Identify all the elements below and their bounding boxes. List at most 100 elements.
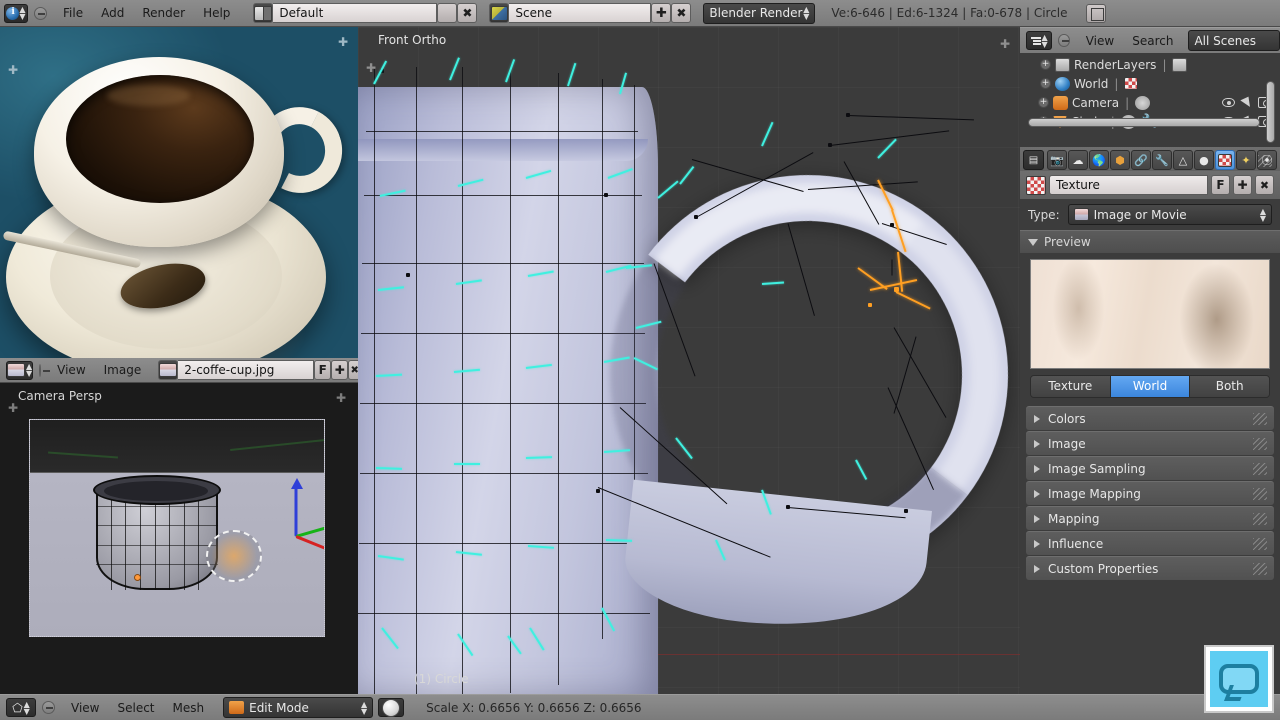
image-name-field[interactable]: 2-coffe-cup.jpg	[178, 360, 314, 380]
interaction-mode-dropdown[interactable]: Edit Mode ▲▼	[223, 697, 373, 718]
chevron-updown-icon: ▲▼	[1042, 34, 1048, 48]
outliner-vertical-scrollbar[interactable]	[1266, 81, 1275, 143]
3d-viewport[interactable]: Front Ortho ✚ ✚	[358, 27, 1020, 695]
outliner-label: RenderLayers	[1074, 58, 1156, 72]
view3d-menu-view[interactable]: View	[62, 695, 108, 720]
panel-custom-properties[interactable]: Custom Properties	[1026, 556, 1274, 580]
image-menu-image[interactable]: Image	[95, 357, 151, 383]
viewport-plus-icon-tr[interactable]: ✚	[1000, 37, 1010, 51]
screen-layout-icon[interactable]	[253, 3, 273, 23]
new-scene-button[interactable]: ✚	[651, 3, 671, 23]
image-editor-plus-icon-tr[interactable]: ✚	[338, 35, 348, 49]
world-icon	[1055, 77, 1070, 91]
chevron-updown-icon: ▲▼	[1260, 208, 1266, 222]
viewport-view-label: Front Ortho	[378, 33, 446, 47]
outliner-display-mode[interactable]: All Scenes	[1188, 30, 1280, 51]
panel-grip-icon	[1258, 155, 1272, 167]
image-editor-icon[interactable]: ▲▼	[6, 361, 33, 380]
coffee-cup-photo	[0, 27, 358, 358]
texture-type-dropdown[interactable]: Image or Movie ▲▼	[1068, 204, 1272, 225]
chevron-updown-icon: ▲▼	[24, 701, 30, 715]
texture-tab[interactable]	[1215, 150, 1235, 170]
collapse-menu-icon[interactable]	[39, 364, 41, 377]
object-origin-dot	[134, 574, 141, 581]
3d-view-editor-icon[interactable]: ⬠ ▲▼	[6, 698, 36, 717]
panel-influence[interactable]: Influence	[1026, 531, 1274, 555]
delete-screen-button[interactable]: ✖	[457, 3, 477, 23]
image-menu-view[interactable]: View	[48, 357, 94, 383]
menu-render[interactable]: Render	[133, 0, 194, 26]
scene-tab[interactable]: ☁	[1068, 150, 1088, 170]
editor-type-spinner[interactable]: ▲▼	[19, 6, 25, 20]
expand-icon[interactable]: +	[1040, 78, 1051, 89]
screen-layout-field[interactable]: Default	[273, 3, 437, 23]
particles-tab[interactable]: ✦	[1236, 150, 1256, 170]
viewport-plus-icon[interactable]: ✚	[8, 401, 18, 415]
collapse-menu-icon[interactable]	[1058, 34, 1070, 47]
camera-preview-viewport[interactable]: Camera Persp ✚ ✚	[0, 383, 358, 694]
top-bar: ▲▼ File Add Render Help Default plus-ico…	[0, 0, 1280, 27]
panel-mapping[interactable]: Mapping	[1026, 506, 1274, 530]
checker-icon[interactable]	[1026, 176, 1046, 195]
preview-panel-header[interactable]: Preview	[1020, 230, 1280, 253]
new-image-button[interactable]: ✚	[331, 360, 348, 380]
texture-name-field[interactable]: Texture	[1049, 175, 1208, 195]
data-tab[interactable]: △	[1173, 150, 1193, 170]
preview-texture-button[interactable]: Texture	[1031, 376, 1111, 397]
new-texture-button[interactable]: ✚	[1233, 175, 1252, 195]
image-editor-viewport[interactable]: ✚ ✚	[0, 27, 358, 358]
unlink-texture-button[interactable]: ✖	[1255, 175, 1274, 195]
outliner-horizontal-scrollbar[interactable]	[1028, 118, 1260, 127]
fake-user-button[interactable]: F	[1211, 175, 1230, 195]
view3d-menu-mesh[interactable]: Mesh	[164, 695, 214, 720]
outliner-editor-icon[interactable]: ▲▼	[1026, 31, 1052, 50]
fake-user-button[interactable]: F	[314, 360, 331, 380]
transform-gizmo[interactable]	[236, 480, 325, 590]
viewport-shading-button[interactable]	[378, 698, 404, 717]
outliner-row-renderlayers[interactable]: + RenderLayers |	[1020, 55, 1280, 74]
scene-field[interactable]: Scene	[509, 3, 651, 23]
render-tab[interactable]: 📷	[1047, 150, 1067, 170]
expand-icon[interactable]: +	[1040, 59, 1051, 70]
outliner-row-world[interactable]: + World |	[1020, 74, 1280, 93]
panel-grip-icon	[1253, 538, 1267, 550]
texture-type-value: Image or Movie	[1094, 208, 1187, 222]
panel-colors[interactable]: Colors	[1026, 406, 1274, 430]
blender-logo-icon[interactable]: ▲▼	[4, 4, 28, 23]
collapsed-panel-list: Colors Image Image Sampling Image Mappin…	[1020, 406, 1280, 580]
eye-icon[interactable]	[1222, 98, 1235, 107]
chevron-right-icon	[1034, 565, 1040, 573]
menu-add[interactable]: Add	[92, 0, 133, 26]
properties-editor-icon[interactable]: ▤	[1023, 150, 1044, 170]
chevron-down-icon	[1028, 239, 1038, 246]
viewport-plus-icon-tr[interactable]: ✚	[336, 391, 346, 405]
new-screen-button[interactable]: plus-icon	[437, 3, 457, 23]
scene-icon[interactable]	[489, 3, 509, 23]
image-datablock-icon[interactable]	[158, 360, 178, 380]
render-engine-dropdown[interactable]: Blender Render ▲▼	[703, 3, 815, 24]
window-restore-icon[interactable]	[1086, 4, 1106, 23]
outliner-row-camera[interactable]: + Camera |	[1020, 93, 1280, 112]
collapse-menu-icon[interactable]	[34, 7, 47, 20]
object-tab[interactable]: ⬢	[1110, 150, 1130, 170]
delete-scene-button[interactable]: ✖	[671, 3, 691, 23]
outliner-menu-search[interactable]: Search	[1123, 28, 1182, 54]
preview-both-button[interactable]: Both	[1190, 376, 1269, 397]
world-tab[interactable]: 🌎	[1089, 150, 1109, 170]
collapse-menu-icon[interactable]	[42, 701, 55, 714]
image-editor-plus-icon[interactable]: ✚	[8, 63, 18, 77]
panel-image[interactable]: Image	[1026, 431, 1274, 455]
material-tab[interactable]: ●	[1194, 150, 1214, 170]
preview-world-button[interactable]: World	[1111, 376, 1191, 397]
constraints-tab[interactable]: 🔗	[1131, 150, 1151, 170]
view3d-menu-select[interactable]: Select	[108, 695, 163, 720]
panel-image-mapping[interactable]: Image Mapping	[1026, 481, 1274, 505]
outliner-menu-view[interactable]: View	[1077, 28, 1123, 54]
world-texture-preview	[1030, 259, 1270, 369]
expand-icon[interactable]: +	[1038, 97, 1049, 108]
panel-image-sampling[interactable]: Image Sampling	[1026, 456, 1274, 480]
menu-file[interactable]: File	[54, 0, 92, 26]
menu-help[interactable]: Help	[194, 0, 239, 26]
modifiers-tab[interactable]: 🔧	[1152, 150, 1172, 170]
cursor-arrow-icon[interactable]	[1240, 96, 1252, 109]
